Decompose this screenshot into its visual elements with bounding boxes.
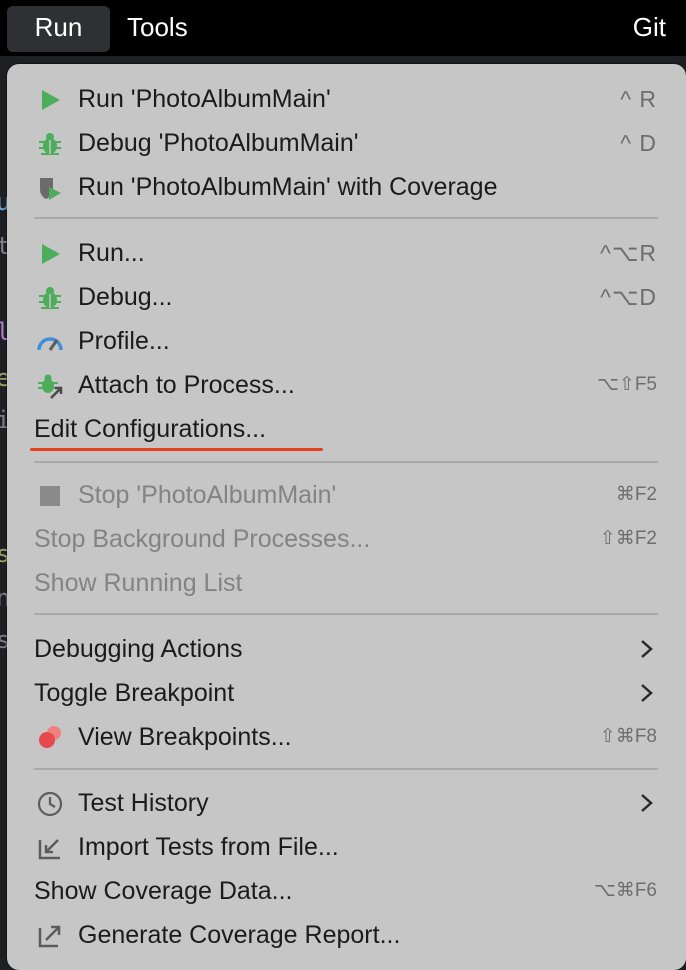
menu-item-label: Test History <box>78 789 209 817</box>
menu-item-label: Toggle Breakpoint <box>34 679 235 707</box>
menu-item-show-coverage-data[interactable]: Show Coverage Data... ⌥⌘F6 <box>7 869 686 913</box>
menu-item-show-running-list: Show Running List <box>7 561 686 605</box>
menu-item-edit-configurations[interactable]: Edit Configurations... <box>7 407 686 451</box>
menu-separator <box>34 461 658 463</box>
run-menu-dropdown: Run 'PhotoAlbumMain' ^ R Debug 'PhotoAlb… <box>7 64 686 970</box>
menu-item-label: Show Running List <box>34 569 243 597</box>
menubar-git[interactable]: Git <box>613 6 686 52</box>
menu-item-label: Debugging Actions <box>34 635 243 663</box>
stop-icon <box>40 486 60 506</box>
menu-separator <box>34 613 658 615</box>
menu-item-test-history[interactable]: Test History <box>7 781 686 825</box>
menu-item-shortcut: ^ D <box>620 130 657 156</box>
menubar-run[interactable]: Run <box>7 6 110 52</box>
menu-item-debug-photoalbummain[interactable]: Debug 'PhotoAlbumMain' ^ D <box>7 121 686 165</box>
menu-item-shortcut: ^ R <box>620 86 657 112</box>
menu-item-label: Debug 'PhotoAlbumMain' <box>78 129 359 157</box>
menu-item-label: Run 'PhotoAlbumMain' with Coverage <box>78 173 498 201</box>
clock-icon <box>37 791 63 817</box>
attach-icon <box>38 374 63 399</box>
menu-item-shortcut: ⇧⌘F8 <box>599 726 657 747</box>
highlight-underline <box>30 448 323 451</box>
debug-icon <box>39 287 61 309</box>
coverage-icon <box>40 178 61 200</box>
chevron-right-icon <box>641 640 653 658</box>
menu-item-shortcut: ^⌥R <box>600 240 657 266</box>
menu-item-run-with-coverage[interactable]: Run 'PhotoAlbumMain' with Coverage <box>7 165 686 209</box>
menu-item-debug-ellipsis[interactable]: Debug... ^⌥D <box>7 275 686 319</box>
menu-item-stop-background-processes: Stop Background Processes... ⇧⌘F2 <box>7 517 686 561</box>
menu-item-label: Attach to Process... <box>78 371 295 399</box>
menu-item-label: Show Coverage Data... <box>34 877 293 905</box>
menu-item-view-breakpoints[interactable]: View Breakpoints... ⇧⌘F8 <box>7 715 686 759</box>
menu-item-generate-coverage-report[interactable]: Generate Coverage Report... <box>7 913 686 957</box>
chevron-right-icon <box>641 684 653 702</box>
menu-item-label: Profile... <box>78 327 170 355</box>
menu-item-attach-to-process[interactable]: Attach to Process... ⌥⇧F5 <box>7 363 686 407</box>
menu-item-label: Edit Configurations... <box>34 415 267 443</box>
menu-item-label: Run... <box>78 239 145 267</box>
menu-item-label: Stop Background Processes... <box>34 525 371 553</box>
run-icon <box>42 90 60 110</box>
menu-item-label: Debug... <box>78 283 173 311</box>
menu-item-label: Run 'PhotoAlbumMain' <box>78 85 331 113</box>
menu-item-label: Generate Coverage Report... <box>78 921 401 949</box>
menu-item-import-tests[interactable]: Import Tests from File... <box>7 825 686 869</box>
menu-bar: Run Tools Git <box>0 0 686 56</box>
menu-separator <box>34 768 658 770</box>
menu-item-label: Stop 'PhotoAlbumMain' <box>78 481 337 509</box>
menu-item-debugging-actions[interactable]: Debugging Actions <box>7 627 686 671</box>
menu-item-run-ellipsis[interactable]: Run... ^⌥R <box>7 231 686 275</box>
menu-item-shortcut: ⌥⌘F6 <box>593 880 657 901</box>
menu-item-toggle-breakpoint[interactable]: Toggle Breakpoint <box>7 671 686 715</box>
import-icon <box>38 839 60 860</box>
menubar-tools[interactable]: Tools <box>107 6 208 52</box>
menu-separator <box>34 217 658 219</box>
menu-item-label: Import Tests from File... <box>78 833 339 861</box>
menu-item-stop-photoalbummain: Stop 'PhotoAlbumMain' ⌘F2 <box>7 473 686 517</box>
menu-item-profile[interactable]: Profile... <box>7 319 686 363</box>
profile-icon <box>37 337 63 351</box>
chevron-right-icon <box>641 794 653 812</box>
menu-item-shortcut: ⌘F2 <box>615 484 657 505</box>
menu-item-shortcut: ⌥⇧F5 <box>597 374 657 395</box>
breakpoints-icon <box>39 726 61 748</box>
debug-icon <box>39 133 61 155</box>
run-icon <box>42 244 60 264</box>
menu-item-shortcut: ^⌥D <box>600 284 657 310</box>
menu-item-shortcut: ⇧⌘F2 <box>599 528 657 549</box>
export-icon <box>38 925 61 948</box>
menu-item-run-photoalbummain[interactable]: Run 'PhotoAlbumMain' ^ R <box>7 77 686 121</box>
menu-item-label: View Breakpoints... <box>78 723 292 751</box>
